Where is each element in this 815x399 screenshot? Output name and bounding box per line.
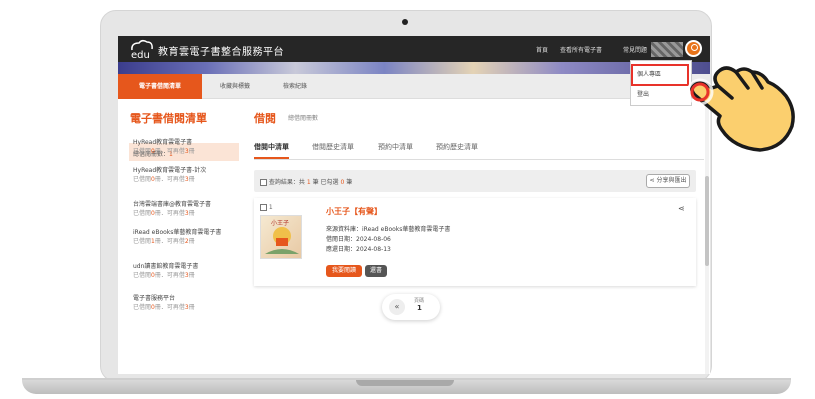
- sidebar-database-item[interactable]: udn讀書館教育雲電子書 已借閱0冊．可再借3冊: [133, 262, 198, 280]
- book-select[interactable]: 1: [260, 204, 273, 211]
- subtab-reserve-history[interactable]: 預約歷史清單: [436, 142, 478, 152]
- quota-prefix: 已借閱: [133, 148, 152, 155]
- database-quota: 已借閱1冊．可再借2冊: [133, 237, 221, 246]
- sidebar-database-item[interactable]: iRead eBooks華藝教育雲電子書 已借閱1冊．可再借2冊: [133, 228, 221, 246]
- quota-suffix: 冊: [188, 148, 195, 155]
- database-name: HyRead教育雲電子書: [133, 139, 193, 146]
- sidebar-database-item[interactable]: HyRead教育雲電子書-計次 已借閱0冊．可再借3冊: [133, 166, 206, 184]
- book-cover-image[interactable]: 小王子: [260, 215, 302, 259]
- quota-prefix: 已借閱: [133, 304, 152, 311]
- quota-suffix: 冊: [188, 304, 195, 311]
- database-name: HyRead教育雲電子書-計次: [133, 167, 207, 174]
- header-banner: [118, 62, 710, 74]
- quota-suffix: 冊: [188, 238, 195, 245]
- database-quota: 已借閱0冊．可再借3冊: [133, 209, 211, 218]
- sidebar-database-item[interactable]: 台灣雲端書庫@教育雲電子書 已借閱0冊．可再借3冊: [133, 200, 211, 218]
- quota-mid: 冊．可再借: [154, 148, 185, 155]
- quota-mid: 冊．可再借: [154, 176, 185, 183]
- share-export-button[interactable]: ⋖ 分享與匯出: [646, 174, 690, 188]
- quota-mid: 冊．可再借: [154, 272, 185, 279]
- sidebar-database-item[interactable]: HyRead教育雲電子書 已借閱0冊．可再借3冊: [133, 138, 195, 156]
- tab-search-history[interactable]: 檢索紀錄: [270, 74, 320, 99]
- subtab-bar: 借閱中清單 借閱歷史清單 預約中清單 預約歷史清單: [254, 142, 704, 160]
- query-total: 1: [306, 179, 311, 186]
- database-quota: 已借閱0冊．可再借3冊: [133, 147, 195, 156]
- nav-home[interactable]: 首頁: [536, 45, 548, 54]
- pagination: « 頁碼 1: [382, 294, 440, 320]
- query-mid: 筆 已勾選: [312, 179, 339, 186]
- top-bar: edu 教育雲電子書整合服務平台 首頁 查看所有電子書 常見問題: [118, 36, 710, 62]
- database-name: 台灣雲端書庫@教育雲電子書: [133, 201, 212, 208]
- book-title[interactable]: 小王子【有聲】: [326, 206, 382, 217]
- share-icon: ⋖: [649, 177, 655, 184]
- book-source: 來源資料庫：iRead eBooks華藝教育雲電子書: [326, 226, 451, 233]
- prev-page-button[interactable]: «: [389, 299, 405, 315]
- query-checked: 0: [340, 179, 345, 186]
- quota-suffix: 冊: [188, 210, 195, 217]
- book-checkbox[interactable]: [260, 204, 267, 211]
- sidebar: 電子書借閱清單 總借閱冊數：1 HyRead教育雲電子書 已借閱0冊．可再借3冊 H…: [122, 102, 239, 374]
- quota-prefix: 已借閱: [133, 238, 152, 245]
- cover-title: 小王子: [271, 220, 290, 227]
- subtab-borrowing[interactable]: 借閱中清單: [254, 142, 289, 159]
- quota-prefix: 已借閱: [133, 272, 152, 279]
- subtab-reserving[interactable]: 預約中清單: [378, 142, 413, 152]
- camera-dot: [402, 19, 408, 25]
- screen: edu 教育雲電子書整合服務平台 首頁 查看所有電子書 常見問題 電子書借閱清單…: [118, 36, 710, 374]
- laptop-notch: [356, 380, 454, 386]
- menu-item-logout[interactable]: 登出: [637, 89, 649, 98]
- database-name: iRead eBooks華藝教育雲電子書: [133, 229, 222, 236]
- pointing-hand-icon: [686, 66, 795, 152]
- query-prefix: 查詢結果：共: [268, 179, 305, 186]
- main-title: 借閱: [254, 112, 276, 125]
- nav-all-ebooks[interactable]: 查看所有電子書: [560, 45, 602, 54]
- page-label: 頁碼: [414, 298, 425, 304]
- quota-suffix: 冊: [188, 272, 195, 279]
- tab-bar: 電子書借閱清單 收藏與標籤 檢索紀錄: [118, 74, 710, 99]
- quota-mid: 冊．可再借: [154, 210, 185, 217]
- quota-prefix: 已借閱: [133, 176, 152, 183]
- database-quota: 已借閱0冊．可再借3冊: [133, 303, 195, 312]
- quota-mid: 冊．可再借: [154, 238, 185, 245]
- quota-prefix: 已借閱: [133, 210, 152, 217]
- return-button[interactable]: 還書: [365, 265, 387, 277]
- query-bar: 查詢結果：共 1 筆 已勾選 0 筆 ⋖ 分享與匯出: [254, 170, 696, 192]
- scrollbar-thumb[interactable]: [705, 176, 709, 266]
- book-index: 1: [268, 204, 273, 211]
- main-subtitle: 總借閱冊數: [288, 115, 319, 122]
- share-label: 分享與匯出: [656, 177, 687, 184]
- nav-faq[interactable]: 常見問題: [623, 45, 647, 54]
- quota-suffix: 冊: [188, 176, 195, 183]
- query-suffix: 筆: [346, 179, 353, 186]
- tab-borrow-list[interactable]: 電子書借閱清單: [118, 74, 202, 99]
- book-share-icon[interactable]: ⋖: [678, 204, 685, 213]
- site-title[interactable]: 教育雲電子書整合服務平台: [158, 43, 284, 58]
- database-name: udn讀書館教育雲電子書: [133, 263, 199, 270]
- sidebar-database-item[interactable]: 電子書服務平台 已借閱0冊．可再借3冊: [133, 294, 195, 312]
- edu-logo-icon: edu: [131, 39, 153, 60]
- book-borrow-date: 借閱日期：2024-08-06: [326, 236, 391, 243]
- main-content: 借閱 總借閱冊數 借閱中清單 借閱歷史清單 預約中清單 預約歷史清單 查詢結果：…: [246, 102, 704, 374]
- tab-favorites[interactable]: 收藏與標籤: [208, 74, 262, 99]
- read-button[interactable]: 我要閱讀: [326, 265, 362, 277]
- svg-text:edu: edu: [131, 50, 150, 60]
- query-result: 查詢結果：共 1 筆 已勾選 0 筆: [260, 177, 352, 186]
- sidebar-title: 電子書借閱清單: [130, 112, 207, 125]
- database-quota: 已借閱0冊．可再借3冊: [133, 271, 198, 280]
- subtab-borrow-history[interactable]: 借閱歷史清單: [312, 142, 354, 152]
- book-return-date: 應還日期：2024-08-13: [326, 246, 391, 253]
- select-all-checkbox[interactable]: [260, 179, 267, 186]
- quota-mid: 冊．可再借: [154, 304, 185, 311]
- book-card: 1 小王子 小王子【有聲】 來源資料庫：iRead eBooks華藝教育雲電子書…: [254, 198, 696, 286]
- database-quota: 已借閱0冊．可再借3冊: [133, 175, 206, 184]
- page-number[interactable]: 1: [417, 304, 422, 312]
- database-name: 電子書服務平台: [133, 295, 176, 302]
